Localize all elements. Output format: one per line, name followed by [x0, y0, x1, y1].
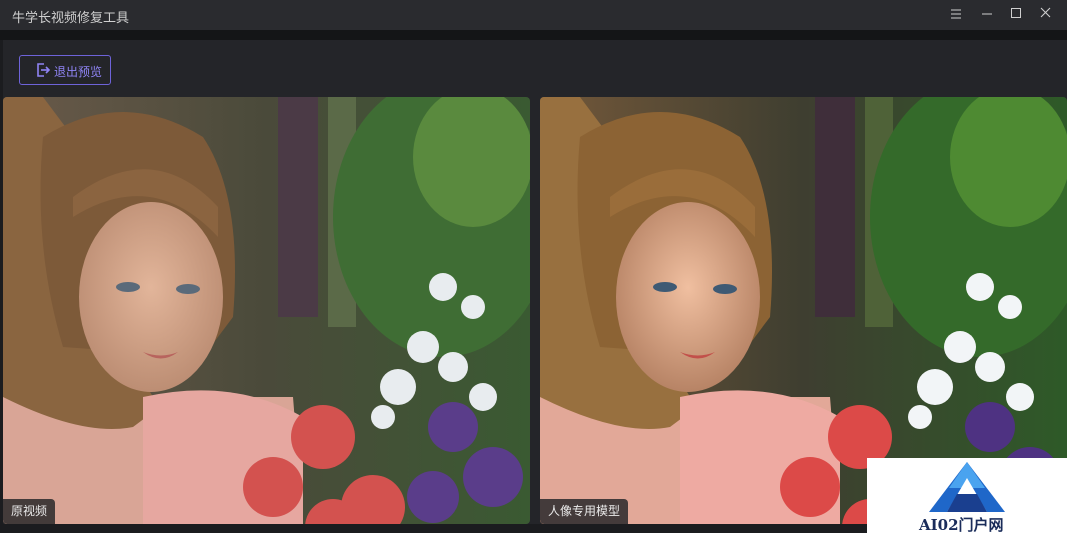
close-button[interactable] — [1034, 4, 1058, 26]
exit-preview-button[interactable]: 退出预览 — [19, 55, 111, 85]
triangle-logo — [929, 462, 1005, 512]
portrait-model-label: 人像专用模型 — [540, 499, 629, 524]
title-bar: 牛学长视频修复工具 — [0, 0, 1067, 30]
close-icon — [1040, 7, 1051, 18]
minimize-button[interactable] — [975, 4, 999, 26]
watermark-text: AI02门户网 — [919, 516, 1004, 533]
maximize-button[interactable] — [1004, 4, 1028, 26]
original-video-label: 原视频 — [3, 499, 56, 524]
maximize-icon — [1011, 8, 1021, 18]
minimize-icon — [982, 13, 992, 15]
title-separator — [0, 30, 1067, 40]
app-title: 牛学长视频修复工具 — [12, 11, 130, 26]
menu-button[interactable] — [944, 4, 968, 26]
exit-preview-label: 退出预览 — [54, 65, 103, 79]
watermark: AI02门户网 — [867, 458, 1067, 533]
original-video-preview[interactable]: 原视频 — [3, 97, 530, 524]
original-video-frame — [3, 97, 530, 524]
menu-icon — [951, 9, 961, 19]
exit-icon — [37, 63, 51, 77]
